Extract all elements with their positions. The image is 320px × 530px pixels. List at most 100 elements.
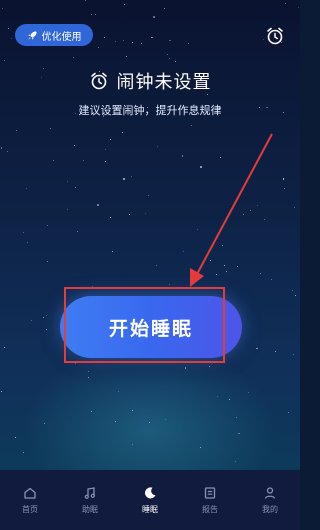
star: [157, 146, 159, 148]
sleep-screen: 优化使用 闹钟未设置 建议设置闹钟，提升作息规律 开始睡眠 首页 助眠 睡眠 报…: [0, 0, 300, 530]
alarm-status: 闹钟未设置: [0, 68, 300, 94]
star: [110, 138, 112, 140]
star: [243, 213, 245, 215]
star: [104, 161, 106, 163]
tab-label: 睡眠: [142, 505, 158, 514]
star: [8, 28, 10, 30]
alarm-suggestion-text: 建议设置闹钟，提升作息规律: [78, 104, 222, 117]
star: [169, 57, 170, 59]
star: [285, 3, 286, 5]
star: [84, 0, 86, 1]
star: [249, 209, 251, 211]
star: [46, 224, 48, 226]
star: [288, 412, 290, 413]
star: [22, 452, 24, 454]
star: [247, 392, 249, 394]
star: [234, 460, 236, 462]
star: [118, 391, 120, 393]
star: [291, 289, 293, 291]
star: [167, 53, 169, 55]
star: [284, 187, 286, 189]
star: [88, 370, 90, 372]
tab-profile[interactable]: 我的: [245, 486, 295, 515]
star: [110, 217, 111, 219]
person-icon: [264, 487, 276, 499]
star: [220, 157, 222, 159]
tab-label: 首页: [22, 505, 38, 514]
star: [7, 150, 9, 152]
star: [226, 271, 228, 272]
alarm-clock-icon: [90, 72, 107, 90]
star: [112, 251, 114, 253]
optimize-usage-label: 优化使用: [41, 31, 82, 43]
tab-sleep-aid[interactable]: 助眠: [65, 486, 115, 515]
star: [73, 56, 75, 58]
star: [11, 38, 13, 39]
star: [217, 395, 219, 397]
star: [155, 264, 157, 266]
star: [27, 241, 28, 243]
star: [262, 38, 264, 40]
tab-report[interactable]: 报告: [185, 486, 235, 515]
star: [200, 166, 203, 168]
star: [123, 3, 125, 5]
star: [293, 353, 295, 355]
star: [141, 43, 143, 45]
star: [115, 421, 117, 423]
star: [95, 13, 97, 15]
star: [15, 130, 17, 131]
star: [4, 60, 6, 62]
rocket-icon: [27, 30, 37, 40]
star: [131, 175, 133, 177]
star: [74, 363, 76, 365]
star: [31, 319, 33, 321]
star: [257, 205, 259, 207]
star: [274, 350, 276, 352]
star: [90, 410, 93, 413]
star: [297, 6, 299, 8]
alarm-clock-icon[interactable]: [265, 26, 285, 46]
star: [76, 230, 78, 232]
star: [259, 273, 261, 275]
star: [22, 231, 24, 233]
star: [132, 444, 134, 446]
star: [293, 207, 295, 209]
star: [164, 418, 166, 420]
home-icon: [24, 487, 36, 499]
star: [190, 124, 192, 126]
star: [47, 260, 49, 262]
star: [74, 144, 76, 146]
star: [74, 186, 76, 188]
star: [14, 436, 16, 438]
tab-label: 报告: [202, 505, 218, 514]
tab-home[interactable]: 首页: [5, 486, 55, 515]
star: [238, 432, 240, 435]
star: [199, 446, 201, 448]
star: [46, 328, 47, 330]
star: [123, 178, 126, 181]
star: [132, 410, 134, 412]
start-sleep-button[interactable]: 开始睡眠: [60, 296, 242, 358]
tab-label: 助眠: [82, 505, 98, 514]
star: [168, 284, 170, 286]
star: [187, 42, 189, 44]
star: [96, 203, 99, 206]
star: [197, 228, 198, 230]
star: [221, 245, 223, 247]
star: [209, 259, 211, 261]
star: [174, 61, 176, 63]
star: [42, 316, 44, 318]
star: [0, 146, 3, 149]
tab-sleep[interactable]: 睡眠: [125, 486, 175, 515]
star: [181, 155, 184, 157]
star: [66, 209, 68, 211]
star: [104, 37, 106, 38]
star: [128, 214, 130, 216]
alarm-status-title: 闹钟未设置: [116, 72, 212, 93]
star: [270, 278, 272, 280]
star: [114, 40, 116, 42]
optimize-usage-button[interactable]: 优化使用: [15, 24, 93, 46]
star: [145, 213, 147, 215]
star: [92, 286, 94, 288]
star: [90, 13, 92, 15]
